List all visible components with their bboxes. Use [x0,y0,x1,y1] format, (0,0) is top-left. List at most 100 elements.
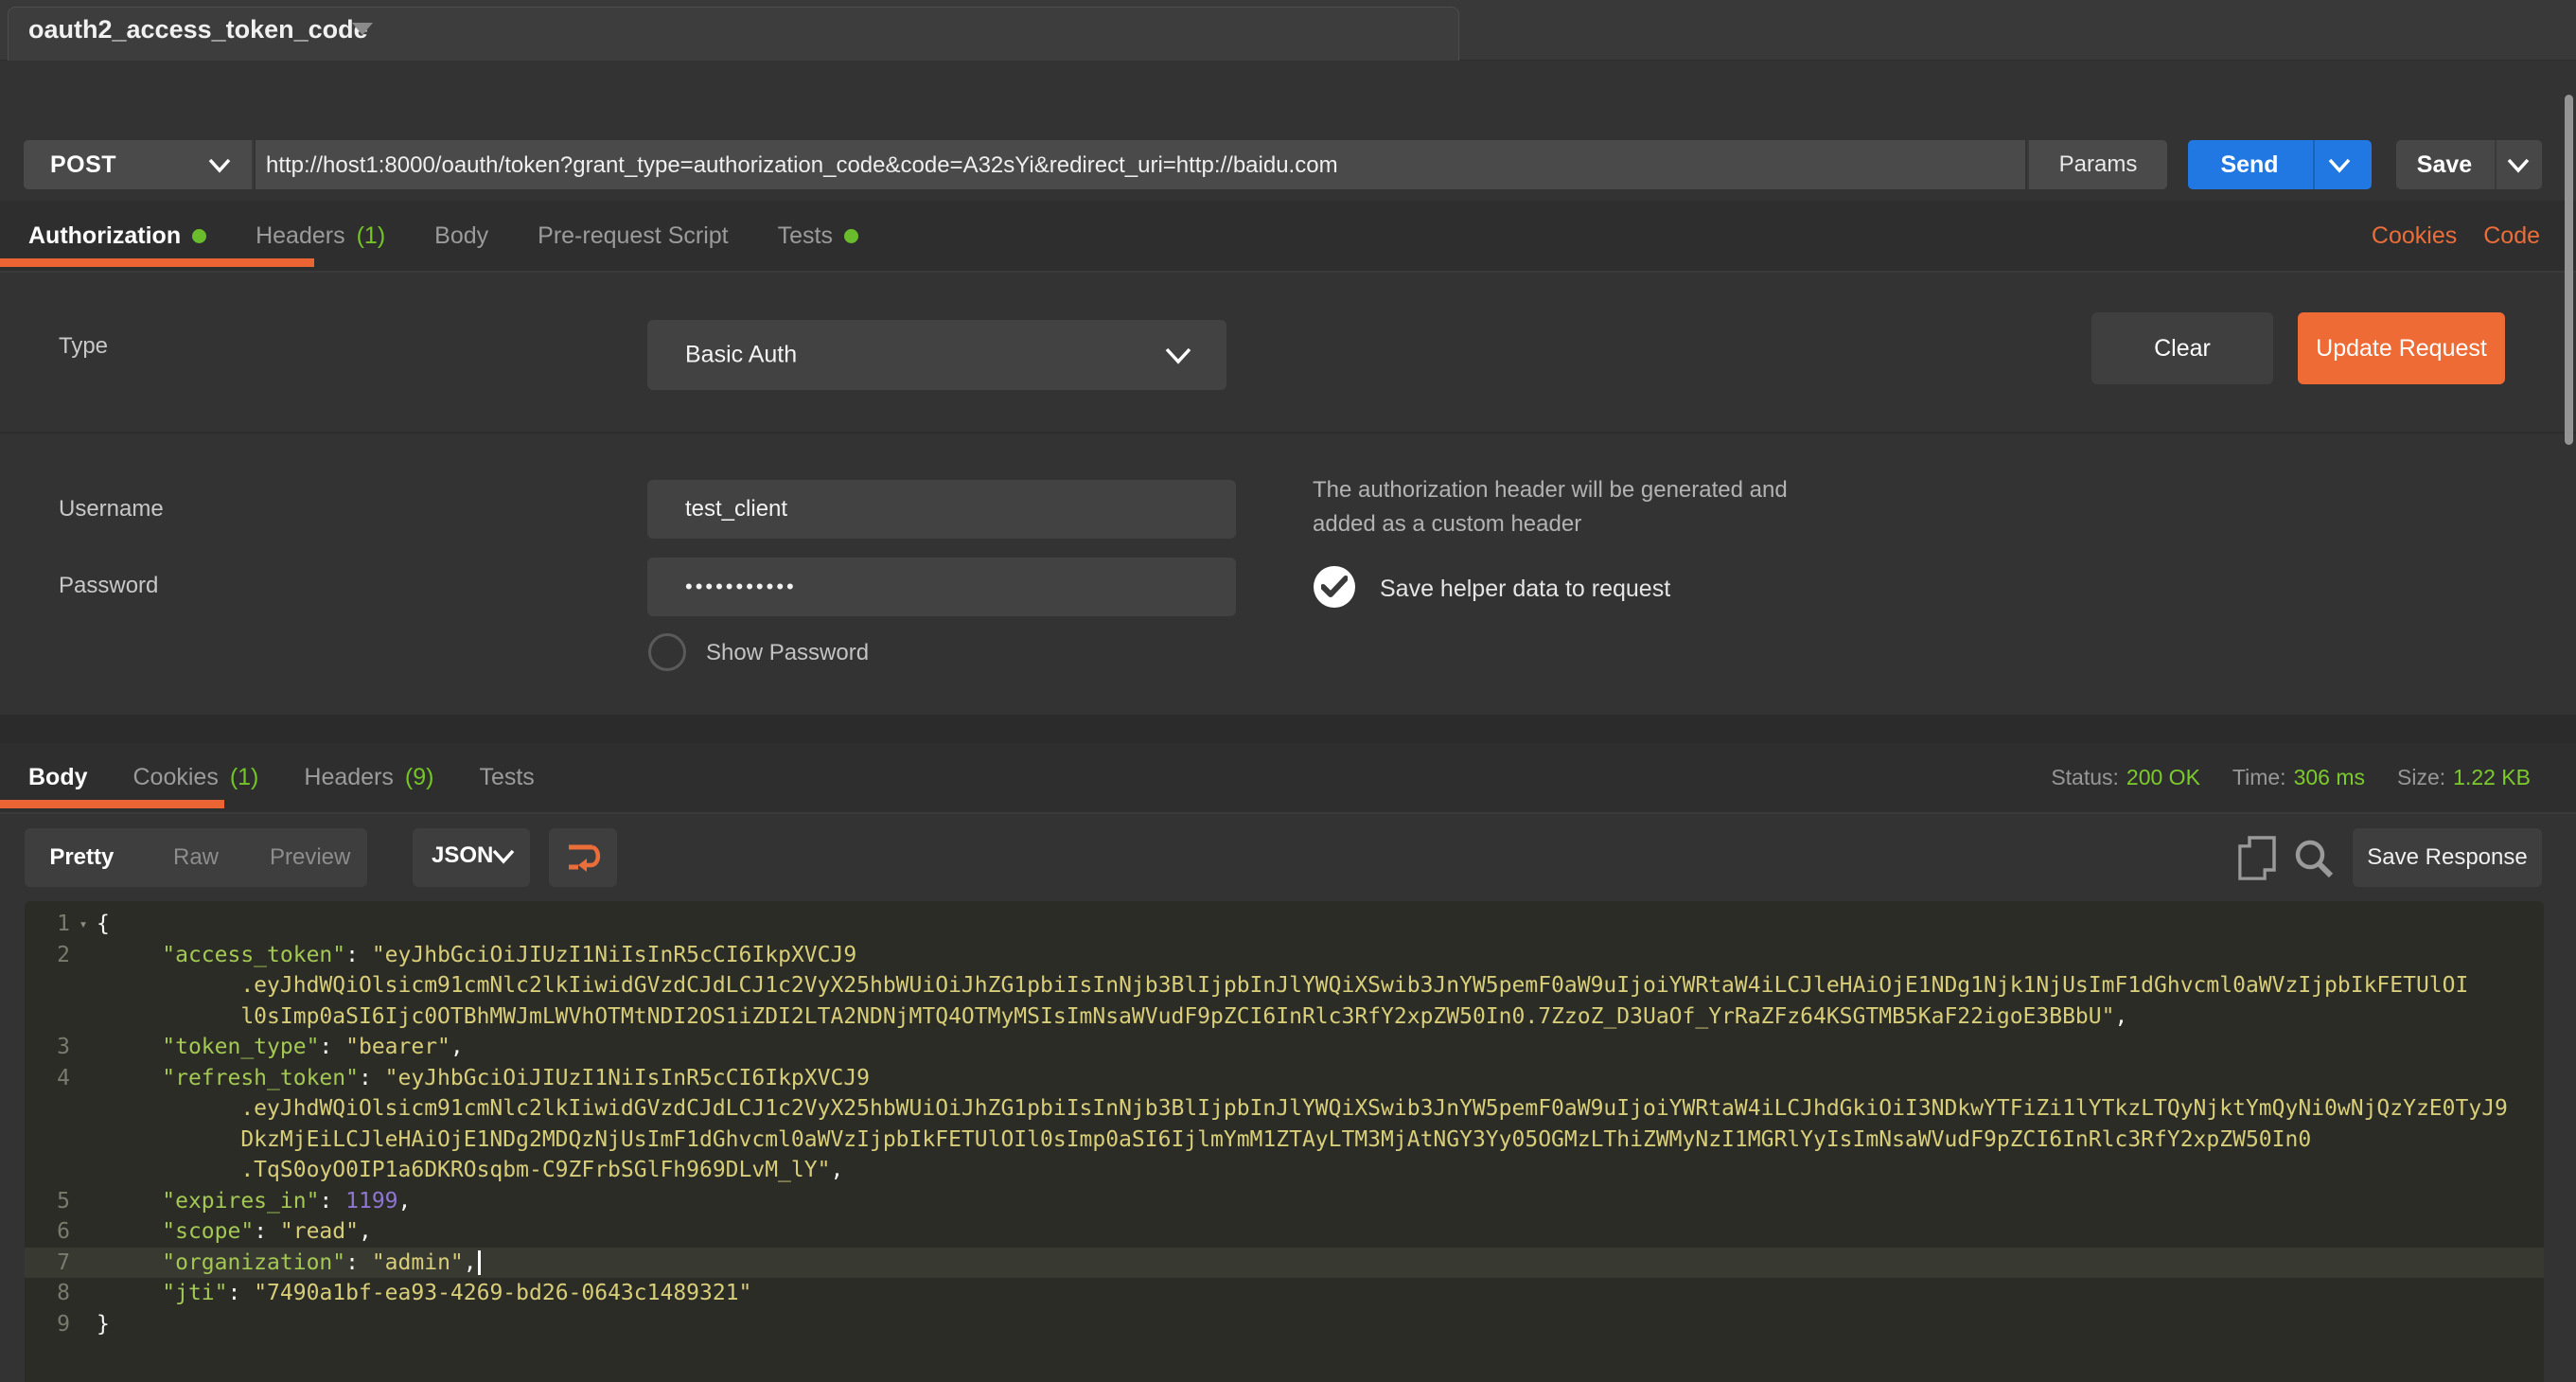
request-url-row: POST http://host1:8000/oauth/token?grant… [0,140,2576,189]
code-line: 4 "refresh_token": "eyJhbGciOiJIUzI1NiIs… [25,1063,2544,1094]
response-tab-cookies[interactable]: Cookies(1) [133,764,259,791]
fold-gutter [70,1216,97,1248]
response-tab-body[interactable]: Body [28,764,88,791]
auth-helper-text: The authorization header will be generat… [1313,473,1788,541]
fold-caret-icon[interactable]: ▾ [70,909,97,940]
send-button[interactable]: Send [2188,140,2372,189]
fold-gutter [70,940,97,971]
status-dot-icon [192,229,206,243]
save-chevron-icon[interactable] [2507,158,2530,173]
show-password-label: Show Password [706,640,869,666]
fold-gutter [70,1001,97,1033]
response-tabs-bar: BodyCookies(1)Headers(9)Tests Status:200… [0,743,2576,814]
meta-value: 306 ms [2294,765,2365,789]
view-pretty[interactable]: Pretty [25,828,139,887]
code-line: .eyJhdWQiOlsicm91cmNlc2lkIiwidGVzdCJdLCJ… [25,1093,2544,1125]
search-icon [2292,837,2336,880]
meta-label: Size: [2397,765,2445,789]
tab-body[interactable]: Body [434,222,488,250]
line-number: 7 [25,1248,70,1279]
clear-button[interactable]: Clear [2091,312,2273,384]
code-line: .TqS0oyO0IP1a6DKROsqbm-C9ZFrbSGlFh969DLv… [25,1155,2544,1186]
fold-gutter [70,1278,97,1309]
code-line: 2 "access_token": "eyJhbGciOiJIUzI1NiIsI… [25,940,2544,971]
auth-type-chevron-icon [1165,347,1188,363]
line-number [25,970,70,1001]
code-line: 5 "expires_in": 1199, [25,1186,2544,1217]
view-preview[interactable]: Preview [253,828,367,887]
request-tabs-bar: Authorization Headers(1) Body Pre-request S… [0,201,2576,273]
line-number [25,1125,70,1156]
response-tab-tests[interactable]: Tests [479,764,534,791]
code-line: 8 "jti": "7490a1bf-ea93-4269-bd26-0643c1… [25,1278,2544,1309]
copy-button[interactable] [2237,835,2279,887]
section-divider [0,715,2576,743]
copy-icon [2237,835,2279,882]
line-number: 1 [25,909,70,940]
response-tab-headers[interactable]: Headers(9) [304,764,433,791]
status-dot-icon [844,229,858,243]
line-number: 5 [25,1186,70,1217]
line-wrap-icon [566,842,602,874]
line-number: 2 [25,940,70,971]
update-request-button[interactable]: Update Request [2298,312,2505,384]
username-label: Username [59,496,164,523]
line-number: 9 [25,1309,70,1340]
line-number: 6 [25,1216,70,1248]
password-field[interactable]: ••••••••••• [647,558,1236,616]
auth-type-select[interactable]: Basic Auth [647,320,1226,390]
code-link[interactable]: Code [2483,222,2540,250]
tab-tests[interactable]: Tests [778,222,858,250]
save-button[interactable]: Save [2396,140,2542,189]
view-raw[interactable]: Raw [139,828,254,887]
tab-authorization[interactable]: Authorization [28,222,206,250]
method-select[interactable]: POST [24,140,254,189]
title-caret-icon[interactable] [352,23,373,35]
fold-gutter [70,1093,97,1125]
url-input[interactable]: http://host1:8000/oauth/token?grant_type… [256,140,2025,189]
password-label: Password [59,573,158,599]
code-line: 3 "token_type": "bearer", [25,1032,2544,1063]
authorization-panel: Type Basic Auth Clear Update Request Use… [0,273,2576,715]
line-number: 3 [25,1032,70,1063]
tab-headers[interactable]: Headers(1) [256,222,385,250]
language-chevron-icon [492,849,515,864]
line-number [25,1155,70,1186]
fold-gutter [70,1063,97,1094]
search-button[interactable] [2292,837,2336,885]
auth-divider [0,432,2576,434]
url-value: http://host1:8000/oauth/token?grant_type… [266,152,1338,179]
response-toolbar: PrettyRawPreview JSON [0,814,2576,901]
send-chevron-icon[interactable] [2328,158,2351,173]
code-line: 7 "organization": "admin", [25,1248,2544,1279]
params-button[interactable]: Params [2027,140,2167,189]
line-number: 4 [25,1063,70,1094]
active-tab-underline [0,258,314,267]
fold-gutter [70,970,97,1001]
save-helper-label: Save helper data to request [1380,576,1670,603]
response-body-viewer[interactable]: 1▾{2 "access_token": "eyJhbGciOiJIUzI1Ni… [25,901,2544,1382]
window-scrollbar[interactable] [2565,95,2573,445]
view-switcher: PrettyRawPreview [25,828,367,887]
fold-gutter [70,1032,97,1063]
fold-gutter [70,1155,97,1186]
request-title: oauth2_access_token_code [28,15,368,44]
fold-gutter [70,1186,97,1217]
response-meta: Status:200 OKTime:306 msSize:1.22 KB [2051,743,2531,812]
cookies-link[interactable]: Cookies [2372,222,2457,250]
show-password-radio[interactable] [648,633,686,671]
line-wrap-button[interactable] [549,828,617,887]
username-field[interactable]: test_client [647,480,1236,539]
tab-pre-request-script[interactable]: Pre-request Script [538,222,728,250]
save-helper-checkbox[interactable] [1314,566,1355,608]
meta-label: Time: [2232,765,2286,789]
text-cursor [478,1250,481,1275]
method-chevron-icon [208,158,231,173]
meta-label: Status: [2051,765,2119,789]
fold-gutter [70,1309,97,1340]
postman-window: oauth2_access_token_code POST http://hos… [0,0,2576,1382]
language-select[interactable]: JSON [413,828,530,887]
method-value: POST [50,151,116,179]
fold-gutter [70,1248,97,1279]
save-response-button[interactable]: Save Response [2353,828,2542,887]
